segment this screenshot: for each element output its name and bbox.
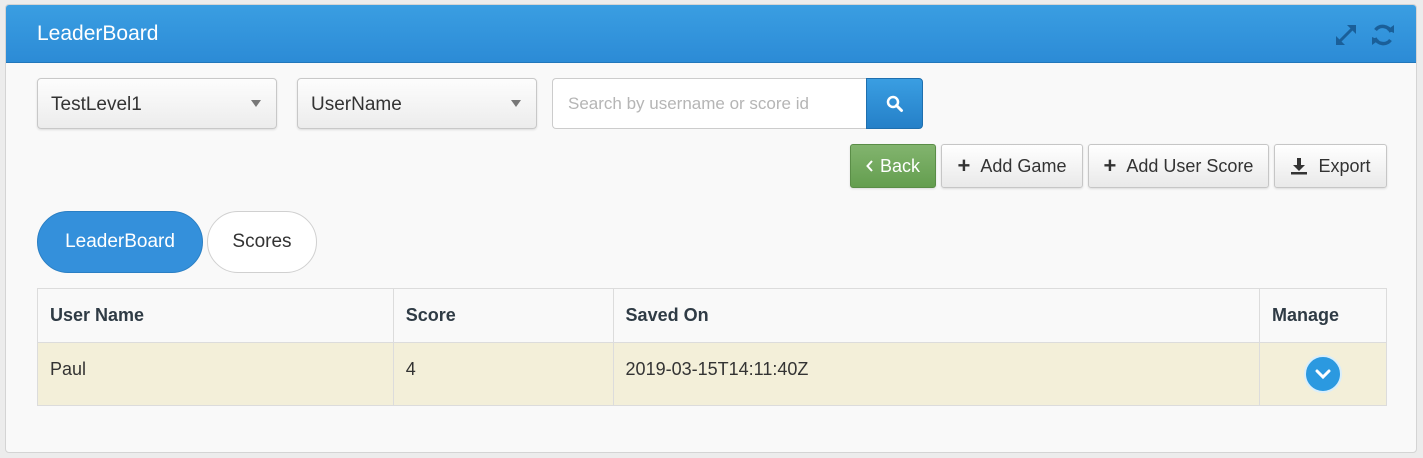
cell-user-name: Paul [37,342,394,406]
level-select-value: TestLevel1 [51,94,142,115]
refresh-icon[interactable] [1370,22,1396,48]
cell-manage [1259,342,1387,406]
search-input[interactable] [552,78,867,129]
table-header-row: User Name Score Saved On Manage [37,288,1387,343]
plus-icon: + [1103,153,1117,178]
caret-down-icon [251,100,261,107]
column-header-saved-on: Saved On [612,288,1261,343]
manage-dropdown-button[interactable] [1304,355,1342,393]
column-header-manage: Manage [1259,288,1387,343]
plus-icon: + [957,153,971,178]
field-select[interactable]: UserName [297,78,537,129]
add-user-score-button[interactable]: + Add User Score [1088,144,1269,188]
panel-title: LeaderBoard [37,22,159,45]
table-row: Paul 4 2019-03-15T14:11:40Z [37,342,1387,406]
tab-scores[interactable]: Scores [207,211,317,273]
search-icon [886,95,903,112]
leaderboard-table: User Name Score Saved On Manage Paul 4 2… [37,288,1387,406]
field-select-value: UserName [311,94,402,115]
cell-score: 4 [392,342,614,406]
add-game-label: Add Game [980,155,1067,176]
column-header-score: Score [392,288,614,343]
export-button[interactable]: Export [1274,144,1387,188]
caret-down-icon [511,100,521,107]
expand-icon[interactable] [1333,22,1359,48]
panel-header: LeaderBoard [6,5,1416,63]
search-button[interactable] [866,78,923,129]
chevron-left-icon [866,160,873,172]
add-game-button[interactable]: + Add Game [941,144,1083,188]
download-icon [1291,158,1308,175]
leaderboard-panel: LeaderBoard TestLevel1 UserName Search b… [5,4,1417,453]
column-header-user-name: User Name [37,288,394,343]
tab-leaderboard[interactable]: LeaderBoard [37,211,203,273]
add-user-score-label: Add User Score [1126,155,1254,176]
cell-saved-on: 2019-03-15T14:11:40Z [612,342,1261,406]
chevron-down-icon [1315,369,1331,380]
level-select[interactable]: TestLevel1 [37,78,277,129]
back-button[interactable]: Back [850,144,936,188]
back-label: Back [879,155,921,176]
export-label: Export [1318,155,1371,176]
